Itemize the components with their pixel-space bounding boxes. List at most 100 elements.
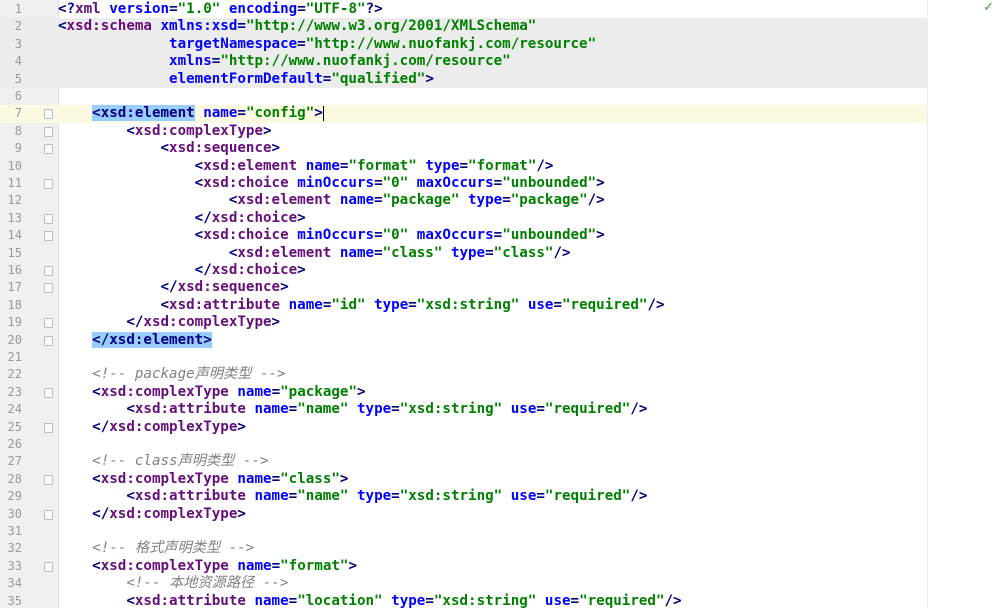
code-line[interactable]: 20 </xsd:element> [0, 331, 927, 349]
code-attr-value: "xsd:string" [399, 401, 503, 418]
code-line[interactable]: 13 </xsd:choice> [0, 210, 927, 227]
code-line[interactable]: 9 <xsd:sequence> [0, 140, 927, 157]
code-line[interactable]: 2 <xsd:schema xmlns:xsd="http://www.w3.or… [0, 18, 927, 36]
code-line[interactable]: 21 [0, 349, 927, 366]
fold-marker-icon[interactable] [44, 474, 53, 485]
code-line[interactable]: 32 <!-- 格式声明类型 --> [0, 540, 927, 557]
code-line[interactable]: 30 </xsd:complexType> [0, 506, 927, 523]
code-punct: </ [58, 418, 110, 435]
code-punct: = [391, 401, 400, 418]
fold-marker-icon[interactable] [44, 283, 53, 294]
code-tag-name: xsd:complexType [100, 470, 238, 487]
code-punct: = [570, 592, 580, 608]
line-number: 28 [7, 471, 22, 486]
code-punct: /> [536, 157, 554, 174]
code-punct: /> [630, 401, 648, 418]
code-punct: = [502, 192, 511, 209]
code-punct [58, 105, 92, 121]
code-comment: --> [234, 453, 269, 470]
code-line[interactable]: 28 <xsd:complexType name="class"> [0, 471, 927, 488]
code-line[interactable]: 16 </xsd:choice> [0, 262, 927, 279]
code-line[interactable]: 5 elementFormDefault="qualified"> [0, 70, 927, 88]
fold-marker-icon[interactable] [44, 231, 53, 242]
fold-marker-icon[interactable] [44, 266, 53, 276]
fold-marker-icon[interactable] [44, 509, 53, 520]
code-line[interactable]: 26 [0, 436, 927, 453]
code-line[interactable]: 31 [0, 523, 927, 540]
code-punct: > [263, 122, 272, 139]
line-number: 8 [14, 123, 22, 138]
fold-marker-icon[interactable] [44, 126, 53, 137]
code-punct: > [348, 557, 357, 574]
fold-marker-icon[interactable] [44, 213, 53, 224]
code-punct: /> [664, 592, 682, 608]
code-punct: = [237, 18, 246, 35]
code-comment-text: 本地资源路径 [169, 575, 255, 592]
code-line[interactable]: 8 <xsd:complexType> [0, 123, 927, 140]
code-tag-name: xsd:sequence [177, 279, 281, 296]
line-number: 6 [14, 89, 22, 103]
code-attr-value: "xsd:string" [399, 488, 503, 505]
code-text: <xsd:element name="class" type="class"/> [58, 245, 571, 262]
code-tag-name: xsd:complexType [100, 557, 238, 574]
code-line[interactable]: 4 xmlns="http://www.nuofankj.com/resourc… [0, 53, 927, 71]
code-line[interactable]: 27 <!-- class声明类型 --> [0, 453, 927, 470]
code-line[interactable]: 29 <xsd:attribute name="name" type="xsd:… [0, 488, 927, 505]
code-text: targetNamespace="http://www.nuofankj.com… [58, 36, 596, 53]
code-tag-name: xml [75, 1, 110, 17]
code-punct [58, 453, 92, 469]
fold-marker-icon[interactable] [44, 561, 53, 572]
code-punct [195, 105, 204, 121]
code-punct: = [536, 488, 545, 505]
code-punct: > [237, 418, 246, 435]
code-line[interactable]: 15 <xsd:element name="class" type="class… [0, 245, 927, 262]
code-attr-name: minOccurs [297, 227, 375, 244]
fold-marker-icon[interactable] [44, 335, 53, 346]
code-attr-value: "class" [382, 244, 443, 261]
code-line[interactable]: 7 <xsd:element name="config"> [0, 105, 927, 123]
code-editor[interactable]: ✓ 1 <?xml version="1.0" encoding="UTF-8"?… [0, 0, 999, 608]
line-number: 11 [7, 176, 22, 190]
fold-marker-icon[interactable] [44, 422, 53, 433]
fold-marker-icon[interactable] [44, 109, 53, 120]
code-text: elementFormDefault="qualified"> [58, 71, 434, 88]
fold-marker-icon[interactable] [44, 179, 53, 189]
code-line[interactable]: 1 <?xml version="1.0" encoding="UTF-8"?> [0, 1, 927, 18]
code-punct: < [58, 192, 238, 209]
code-line[interactable]: 33 <xsd:complexType name="format"> [0, 558, 927, 575]
code-attr-value: "required" [544, 488, 631, 505]
code-attr-value: "1.0" [177, 1, 221, 17]
line-number: 22 [7, 367, 22, 382]
code-line[interactable]: 34 <!-- 本地资源路径 --> [0, 575, 927, 592]
code-line[interactable]: 18 <xsd:attribute name="id" type="xsd:st… [0, 297, 927, 314]
code-line[interactable]: 25 </xsd:complexType> [0, 419, 927, 436]
code-line[interactable]: 12 <xsd:element name="package" type="pac… [0, 192, 927, 209]
code-line[interactable]: 3 targetNamespace="http://www.nuofankj.c… [0, 35, 927, 54]
code-text: xmlns="http://www.nuofankj.com/resource" [58, 53, 511, 70]
code-line[interactable]: 19 </xsd:complexType> [0, 314, 927, 331]
code-punct: </ [58, 314, 144, 331]
code-attr-name: type [450, 244, 486, 261]
check-icon[interactable]: ✓ [983, 0, 994, 15]
code-line[interactable]: 23 <xsd:complexType name="package"> [0, 384, 927, 401]
code-tag-name: xsd:element [203, 157, 306, 174]
fold-marker-icon[interactable] [44, 318, 53, 329]
code-punct: > [596, 227, 605, 244]
code-line[interactable]: 10 <xsd:element name="format" type="form… [0, 158, 927, 175]
code-line[interactable]: 35 <xsd:attribute name="location" type="… [0, 593, 927, 608]
code-line[interactable]: 6 [0, 88, 927, 105]
fold-marker-icon[interactable] [44, 144, 53, 155]
code-line[interactable]: 14 <xsd:choice minOccurs="0" maxOccurs="… [0, 227, 927, 244]
code-comment: <!-- [126, 575, 170, 592]
code-attr-value: "http://www.nuofankj.com/resource" [220, 53, 511, 70]
code-punct [442, 245, 451, 261]
code-line[interactable]: 11 <xsd:choice minOccurs="0" maxOccurs="… [0, 175, 927, 192]
line-number: 4 [14, 54, 22, 69]
code-line[interactable]: 17 </xsd:sequence> [0, 279, 927, 296]
code-punct: < [58, 383, 101, 400]
code-line[interactable]: 24 <xsd:attribute name="name" type="xsd:… [0, 401, 927, 418]
code-line[interactable]: 22 <!-- package声明类型 --> [0, 366, 927, 383]
code-punct [220, 1, 229, 17]
code-punct: = [288, 488, 298, 505]
fold-marker-icon[interactable] [44, 387, 53, 398]
